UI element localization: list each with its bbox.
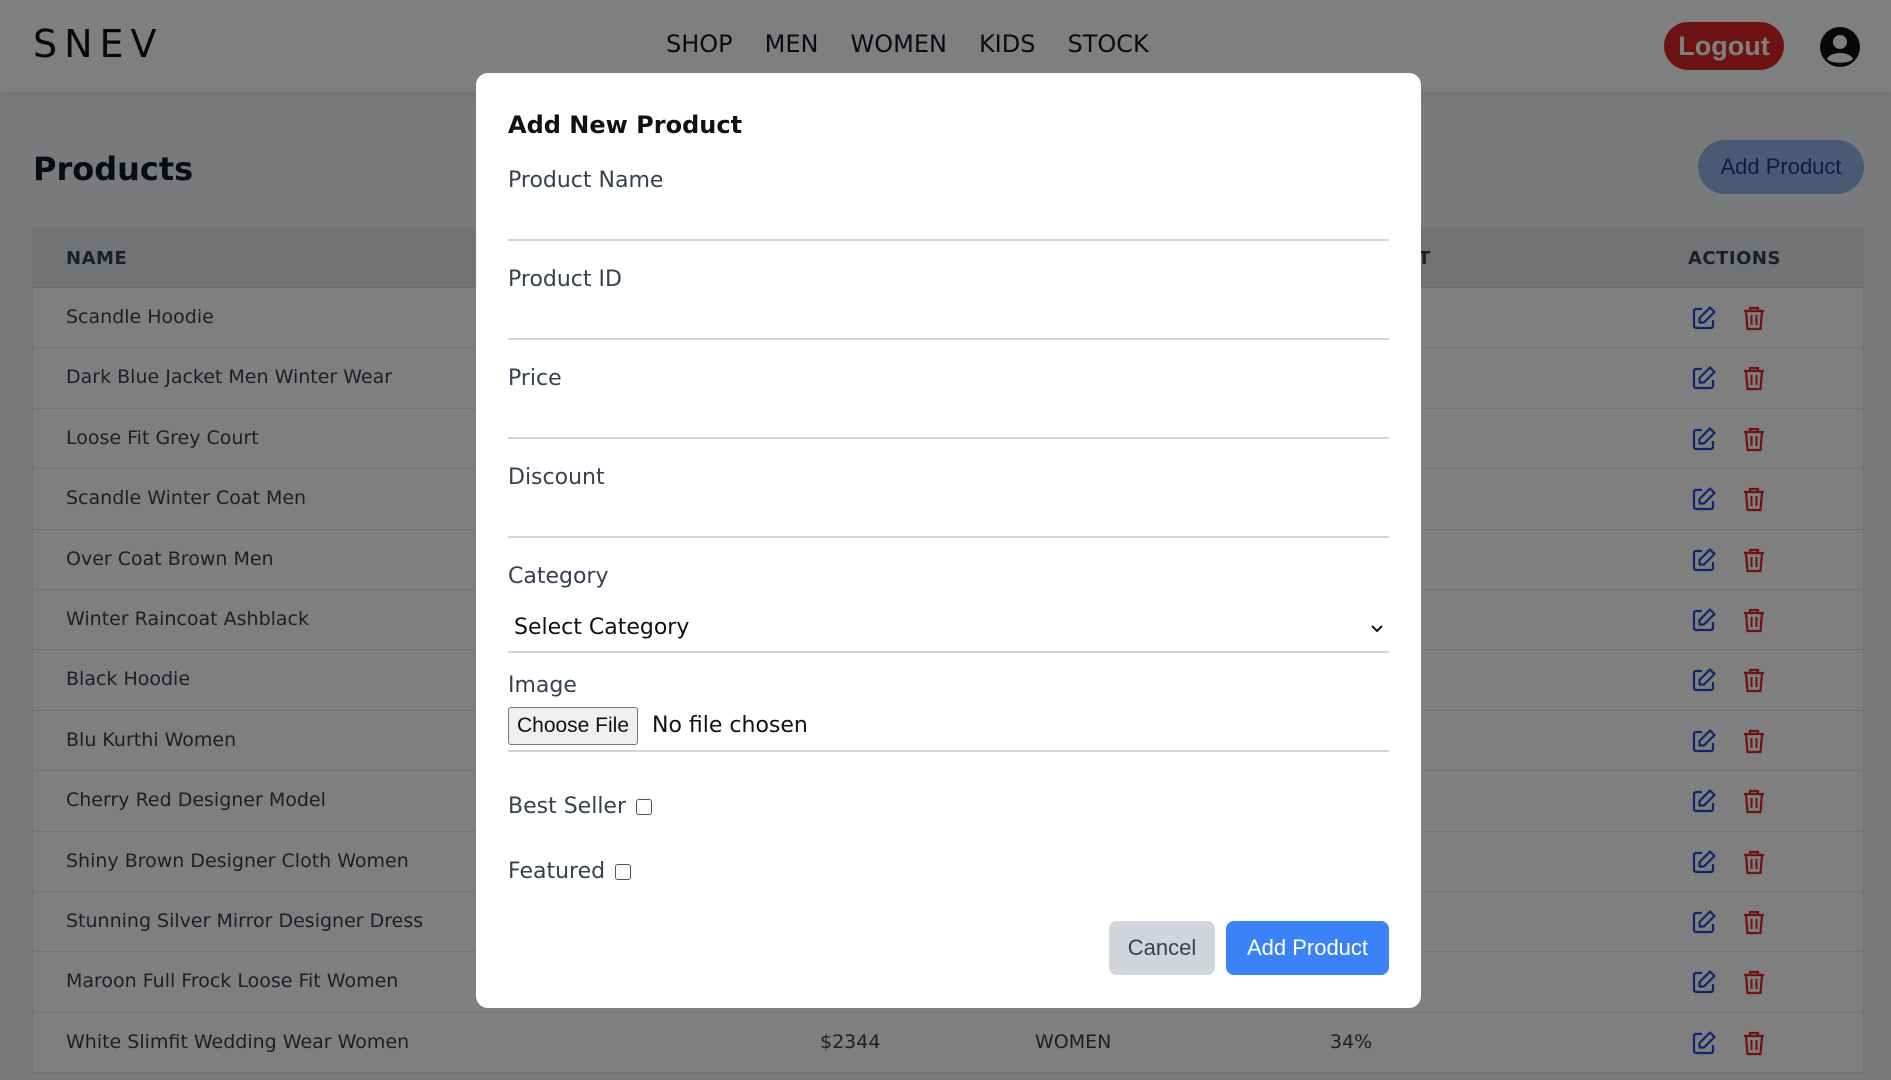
modal-title: Add New Product [508,111,743,139]
featured-row: Featured [508,859,632,884]
image-label: Image [508,673,577,698]
image-file-input: Choose File No file chosen [508,707,1389,752]
best-seller-checkbox[interactable] [636,798,653,815]
price-label: Price [508,366,562,391]
choose-file-button[interactable]: Choose File [508,707,638,745]
product-name-input[interactable] [508,201,1389,241]
cancel-button[interactable]: Cancel [1109,921,1215,975]
add-product-modal: Add New Product Product Name Product ID … [476,73,1421,1008]
price-input[interactable] [508,399,1389,439]
category-label: Category [508,564,609,589]
chevron-down-icon [1371,625,1383,633]
discount-label: Discount [508,465,605,490]
product-id-input[interactable] [508,300,1389,340]
product-name-label: Product Name [508,168,664,193]
submit-add-product-button[interactable]: Add Product [1226,921,1389,975]
discount-input[interactable] [508,498,1389,538]
featured-label: Featured [508,859,606,884]
category-selected-value: Select Category [514,615,690,640]
file-status: No file chosen [652,713,808,738]
featured-checkbox[interactable] [615,863,632,880]
product-id-label: Product ID [508,267,622,292]
best-seller-row: Best Seller [508,794,653,819]
best-seller-label: Best Seller [508,794,627,819]
category-select[interactable]: Select Category [508,605,1389,653]
